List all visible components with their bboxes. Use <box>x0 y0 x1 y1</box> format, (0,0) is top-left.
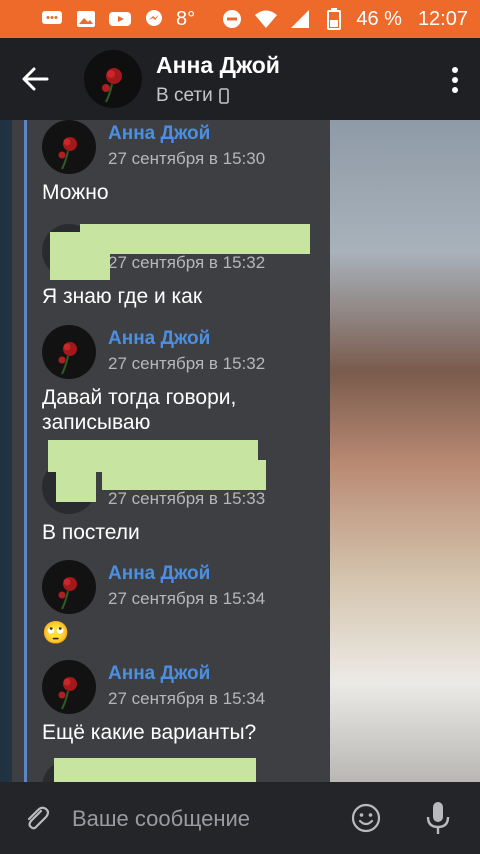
sender-name[interactable]: Анна Джой <box>108 663 210 685</box>
arrow-left-icon <box>22 67 49 91</box>
forward-line <box>24 120 27 782</box>
clock: 12:07 <box>417 7 468 30</box>
rose-icon <box>58 342 77 375</box>
sender-avatar[interactable] <box>42 560 96 614</box>
battery-percent: 46 % <box>356 7 402 30</box>
redacted-block <box>80 224 310 254</box>
voice-record-button[interactable] <box>424 800 452 841</box>
chat-header: Анна Джой В сети <box>0 38 480 120</box>
battery-icon <box>322 8 346 30</box>
message-text: Я знаю где и как <box>42 285 203 308</box>
message-text: В постели <box>42 521 140 544</box>
phone-icon <box>218 87 229 104</box>
redacted-block <box>50 232 110 280</box>
gallery-icon <box>74 10 98 28</box>
redacted-block <box>54 758 256 782</box>
message-text: Ещё какие варианты? <box>42 721 257 744</box>
message-time: 27 сентября в 15:30 <box>108 149 266 168</box>
message-emoji: 🙄 <box>42 620 70 645</box>
message-time: 27 сентября в 15:32 <box>108 354 266 373</box>
message-text: Можно <box>42 181 109 204</box>
redacted-block <box>102 460 266 490</box>
smiley-icon <box>351 803 381 833</box>
messenger-icon <box>142 10 166 28</box>
rose-icon <box>58 577 77 610</box>
contact-name[interactable]: Анна Джой <box>156 52 280 79</box>
do-not-disturb-icon <box>220 10 244 28</box>
signal-icon <box>288 10 312 28</box>
notification-icons: 8° <box>0 8 195 31</box>
sender-avatar[interactable] <box>42 120 96 174</box>
paperclip-icon <box>27 806 50 830</box>
sender-avatar[interactable] <box>42 660 96 714</box>
status-bar: 8° 46 % 12:07 <box>0 0 480 38</box>
message-time: 27 сентября в 15:33 <box>108 489 266 508</box>
sender-name[interactable]: Анна Джой <box>108 123 210 145</box>
emoji-button[interactable] <box>350 802 382 839</box>
background-photo <box>330 120 480 782</box>
microphone-icon <box>426 802 450 834</box>
rose-icon <box>102 68 122 103</box>
sender-avatar[interactable] <box>42 325 96 379</box>
message-time: 27 сентября в 15:32 <box>108 253 266 272</box>
message-time: 27 сентября в 15:34 <box>108 589 266 608</box>
temperature: 8° <box>176 7 196 30</box>
redacted-block <box>56 464 96 502</box>
online-status: В сети <box>156 85 280 107</box>
more-vert-icon <box>452 67 458 93</box>
rose-icon <box>58 677 77 710</box>
contact-avatar[interactable] <box>84 50 142 108</box>
sender-name[interactable]: Анна Джой <box>108 563 210 585</box>
rose-icon <box>58 137 77 170</box>
more-options-button[interactable] <box>450 66 460 94</box>
back-button[interactable] <box>0 38 70 120</box>
forwarded-messages[interactable]: Анна Джой 27 сентября в 15:30 Можно 27 с… <box>12 120 330 782</box>
chat-notification-icon <box>40 10 64 28</box>
youtube-icon <box>108 10 132 28</box>
message-text: Давай тогда говори, записываю <box>42 386 237 434</box>
sender-name[interactable]: Анна Джой <box>108 328 210 350</box>
message-input[interactable] <box>72 802 332 836</box>
message-time: 27 сентября в 15:34 <box>108 689 266 708</box>
online-status-text: В сети <box>156 84 213 106</box>
attach-button[interactable] <box>22 804 52 839</box>
wifi-icon <box>254 10 278 28</box>
message-input-bar <box>0 782 480 854</box>
